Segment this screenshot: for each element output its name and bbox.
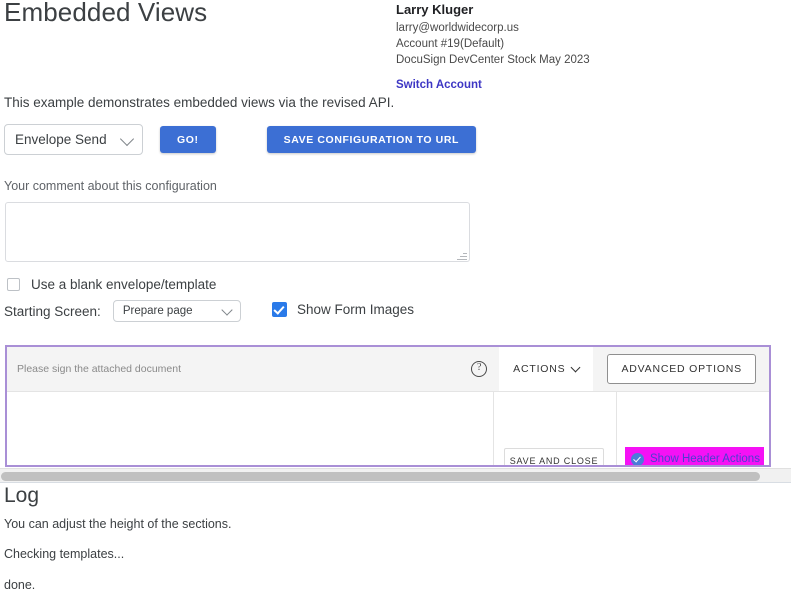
switch-account-link[interactable]: Switch Account bbox=[396, 77, 482, 93]
chevron-down-icon bbox=[221, 304, 232, 315]
envelope-body: Add documents SAVE AND CLOSE SEND NOW Sh… bbox=[7, 392, 769, 466]
starting-screen-label: Starting Screen: bbox=[4, 304, 101, 319]
starting-screen-select[interactable]: Prepare page bbox=[113, 300, 241, 322]
help-icon[interactable]: ? bbox=[471, 361, 487, 377]
page-title: Embedded Views bbox=[4, 0, 207, 28]
body-divider bbox=[493, 392, 494, 466]
envelope-subject: Please sign the attached document bbox=[17, 363, 181, 375]
account-user-email: larry@worldwidecorp.us bbox=[396, 20, 646, 36]
intro-text: This example demonstrates embedded views… bbox=[4, 95, 394, 110]
log-line: You can adjust the height of the section… bbox=[4, 517, 231, 531]
account-info-panel: Larry Kluger larry@worldwidecorp.us Acco… bbox=[396, 2, 646, 93]
blank-envelope-row: Use a blank envelope/template bbox=[7, 277, 216, 292]
show-form-images-row: Show Form Images bbox=[272, 302, 414, 317]
show-header-actions-label: Show Header Actions bbox=[650, 453, 760, 465]
comment-input[interactable] bbox=[5, 202, 470, 262]
account-user-name: Larry Kluger bbox=[396, 2, 646, 18]
blank-envelope-checkbox[interactable] bbox=[7, 278, 20, 291]
chevron-down-icon bbox=[571, 362, 581, 372]
show-header-actions-overlay[interactable]: Show Header Actions bbox=[625, 447, 764, 467]
go-button[interactable]: GO! bbox=[160, 126, 216, 153]
blank-envelope-label: Use a blank envelope/template bbox=[31, 277, 216, 292]
comment-label: Your comment about this configuration bbox=[4, 179, 217, 193]
save-and-close-button[interactable]: SAVE AND CLOSE bbox=[504, 448, 604, 467]
chevron-down-icon bbox=[120, 131, 134, 145]
account-number: Account #19 bbox=[396, 36, 460, 52]
account-default-tag: (Default) bbox=[460, 38, 504, 50]
account-number-row: Account #19(Default) bbox=[396, 36, 646, 52]
show-form-images-checkbox[interactable] bbox=[272, 302, 287, 317]
show-form-images-label: Show Form Images bbox=[297, 302, 414, 317]
body-divider-2 bbox=[616, 392, 617, 466]
advanced-options-button[interactable]: ADVANCED OPTIONS bbox=[607, 354, 756, 384]
actions-menu-label: ACTIONS bbox=[513, 363, 565, 375]
envelope-header-bar: Please sign the attached document ? ACTI… bbox=[7, 347, 769, 392]
envelope-header-actions: ? ACTIONS ADVANCED OPTIONS bbox=[471, 347, 769, 391]
section-resize-splitter[interactable] bbox=[0, 468, 791, 483]
log-line: Checking templates... bbox=[4, 547, 124, 561]
account-display-name: DocuSign DevCenter Stock May 2023 bbox=[396, 52, 646, 68]
save-configuration-button[interactable]: SAVE CONFIGURATION TO URL bbox=[267, 126, 476, 153]
splitter-thumb[interactable] bbox=[1, 472, 760, 481]
actions-menu-button[interactable]: ACTIONS bbox=[499, 347, 593, 391]
starting-screen-row: Starting Screen: Prepare page bbox=[4, 300, 241, 322]
embedded-view-frame: Please sign the attached document ? ACTI… bbox=[5, 345, 771, 467]
view-type-select-value: Envelope Send bbox=[15, 132, 107, 147]
log-title: Log bbox=[4, 484, 39, 508]
starting-screen-select-value: Prepare page bbox=[123, 305, 193, 317]
show-header-actions-checkbox[interactable] bbox=[631, 453, 644, 466]
help-glyph: ? bbox=[472, 361, 486, 375]
view-type-select[interactable]: Envelope Send bbox=[4, 124, 143, 155]
control-row: Envelope Send GO! SAVE CONFIGURATION TO … bbox=[4, 124, 476, 155]
